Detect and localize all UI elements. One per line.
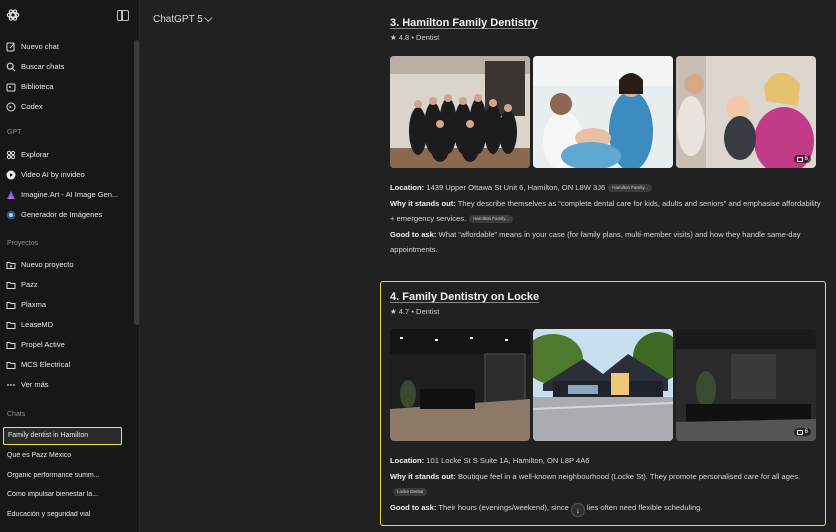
clinic-interior-photo[interactable] bbox=[390, 329, 530, 441]
sidebar-scrollbar[interactable] bbox=[134, 40, 139, 325]
chat-item[interactable]: Educación y seguridad vial bbox=[7, 511, 129, 518]
sidebar-item-search[interactable]: Buscar chats bbox=[5, 58, 129, 75]
more-icon bbox=[5, 379, 16, 390]
model-selector[interactable]: ChatGPT 5 bbox=[153, 13, 213, 25]
sidebar-item-label: Biblioteca bbox=[21, 82, 54, 91]
photo-count-badge[interactable]: 6 bbox=[793, 428, 811, 436]
sidebar-item-library[interactable]: Biblioteca bbox=[5, 78, 129, 95]
sidebar-item-label: Propel Active bbox=[21, 340, 65, 349]
result-4-photos: 6 bbox=[390, 329, 816, 441]
result-4-location: Location: 101 Locke St S Suite 1A, Hamil… bbox=[390, 456, 590, 465]
result-4-title[interactable]: 4. Family Dentistry on Locke bbox=[390, 291, 830, 303]
sidebar-item-new-project[interactable]: Nuevo proyecto bbox=[5, 256, 129, 273]
folder-icon bbox=[5, 279, 16, 290]
grid-icon bbox=[5, 149, 16, 160]
chat-item[interactable]: Organic performance summ... bbox=[7, 472, 129, 479]
sidebar-item-label: Nuevo proyecto bbox=[21, 260, 74, 269]
result-3-location: Location: 1439 Upper Ottawa St Unit 6, H… bbox=[390, 180, 826, 196]
folder-icon bbox=[5, 359, 16, 370]
sidebar-item-video-ai[interactable]: Video AI by invideo bbox=[5, 166, 129, 183]
folder-icon bbox=[5, 299, 16, 310]
sidebar-item-label: MCS Electrical bbox=[21, 360, 71, 369]
result-4-why: Why it stands out: Boutique feel in a we… bbox=[390, 471, 801, 496]
result-3-photos: 6 bbox=[390, 56, 816, 168]
folder-icon bbox=[5, 319, 16, 330]
sidebar-item-project-pazz[interactable]: Pazz bbox=[5, 276, 129, 293]
chat-item[interactable]: Cómo impulsar bienestar la... bbox=[7, 491, 129, 498]
search-icon bbox=[5, 61, 16, 72]
clinic-exterior-photo[interactable] bbox=[533, 329, 673, 441]
chat-item-selected[interactable]: Family dentist in Hamilton bbox=[3, 427, 122, 445]
result-3-header: 3. Hamilton Family Dentistry ★ 4.8 • Den… bbox=[390, 17, 830, 42]
sidebar: Nuevo chat Buscar chats Biblioteca Codex… bbox=[0, 0, 140, 532]
toggle-sidebar-icon[interactable] bbox=[117, 10, 129, 21]
mother-baby-photo[interactable]: 6 bbox=[676, 56, 816, 168]
sidebar-item-project-leasemd[interactable]: LeaseMD bbox=[5, 316, 129, 333]
chats-heading: Chats bbox=[7, 411, 26, 418]
video-ai-icon bbox=[5, 169, 16, 180]
gpt-heading: GPT bbox=[7, 129, 22, 136]
sidebar-item-label: Codex bbox=[21, 102, 43, 111]
sidebar-item-label: Buscar chats bbox=[21, 62, 65, 71]
chevron-down-icon bbox=[203, 13, 213, 22]
sidebar-item-label: Pazz bbox=[21, 280, 38, 289]
result-4-details: Location: 101 Locke St S Suite 1A, Hamil… bbox=[390, 453, 822, 518]
projects-heading: Proyectos bbox=[7, 240, 39, 247]
sidebar-item-label: Plaxma bbox=[21, 300, 47, 309]
chat-item[interactable]: Qué es Pazz México bbox=[7, 452, 129, 459]
sidebar-item-image-generator[interactable]: Generador de Imágenes bbox=[5, 206, 129, 223]
codex-icon bbox=[5, 101, 16, 112]
team-photo[interactable] bbox=[390, 56, 530, 168]
sidebar-item-project-propel-active[interactable]: Propel Active bbox=[5, 336, 129, 353]
citation-chip[interactable]: Hamilton Family... bbox=[608, 184, 652, 192]
reception-photo[interactable]: 6 bbox=[676, 329, 816, 441]
openai-logo-icon[interactable] bbox=[6, 8, 22, 24]
sidebar-item-label: Explorar bbox=[21, 150, 49, 159]
sidebar-item-project-plaxma[interactable]: Plaxma bbox=[5, 296, 129, 313]
sidebar-item-project-mcs-electrical[interactable]: MCS Electrical bbox=[5, 356, 129, 373]
photos-icon bbox=[796, 429, 803, 435]
library-icon bbox=[5, 81, 16, 92]
sidebar-item-see-more[interactable]: Ver más bbox=[5, 376, 129, 393]
citation-chip[interactable]: Hamilton Family... bbox=[469, 215, 513, 223]
result-4-header: 4. Family Dentistry on Locke ★ 4.7 • Den… bbox=[390, 291, 830, 316]
result-4-rating: ★ 4.7 • Dentist bbox=[390, 307, 440, 316]
photos-icon bbox=[796, 156, 803, 162]
sidebar-item-label: Ver más bbox=[21, 380, 49, 389]
edit-icon bbox=[5, 41, 16, 52]
result-4-ask: Good to ask: Their hours (evenings/weeke… bbox=[390, 500, 822, 518]
patient-exam-photo[interactable] bbox=[533, 56, 673, 168]
sidebar-item-new-chat[interactable]: Nuevo chat bbox=[5, 38, 129, 55]
new-folder-icon bbox=[5, 259, 16, 270]
imagine-art-icon bbox=[5, 189, 16, 200]
sidebar-item-label: Imagine.Art - AI Image Gen... bbox=[21, 190, 119, 199]
sidebar-top bbox=[6, 8, 129, 28]
sidebar-item-label: Generador de Imágenes bbox=[21, 210, 103, 219]
image-generator-icon bbox=[5, 209, 16, 220]
scroll-down-arrow-icon[interactable]: ↓ bbox=[570, 503, 585, 518]
result-3-why: Why it stands out: They describe themsel… bbox=[390, 198, 821, 223]
result-3-details: Location: 1439 Upper Ottawa St Unit 6, H… bbox=[390, 180, 826, 258]
folder-icon bbox=[5, 339, 16, 350]
citation-chip[interactable]: Locke Dental bbox=[393, 488, 428, 496]
result-3-ask: Good to ask: What “affordable” means in … bbox=[390, 229, 801, 255]
photo-count-badge[interactable]: 6 bbox=[793, 155, 811, 163]
sidebar-item-label: LeaseMD bbox=[21, 320, 54, 329]
model-label: ChatGPT 5 bbox=[153, 14, 203, 25]
sidebar-item-label: Video AI by invideo bbox=[21, 170, 85, 179]
sidebar-item-imagine-art[interactable]: Imagine.Art - AI Image Gen... bbox=[5, 186, 129, 203]
sidebar-item-explore[interactable]: Explorar bbox=[5, 146, 129, 163]
sidebar-item-codex[interactable]: Codex bbox=[5, 98, 129, 115]
result-3-title[interactable]: 3. Hamilton Family Dentistry bbox=[390, 17, 830, 29]
result-3-rating: ★ 4.8 • Dentist bbox=[390, 33, 440, 42]
sidebar-item-label: Nuevo chat bbox=[21, 42, 59, 51]
